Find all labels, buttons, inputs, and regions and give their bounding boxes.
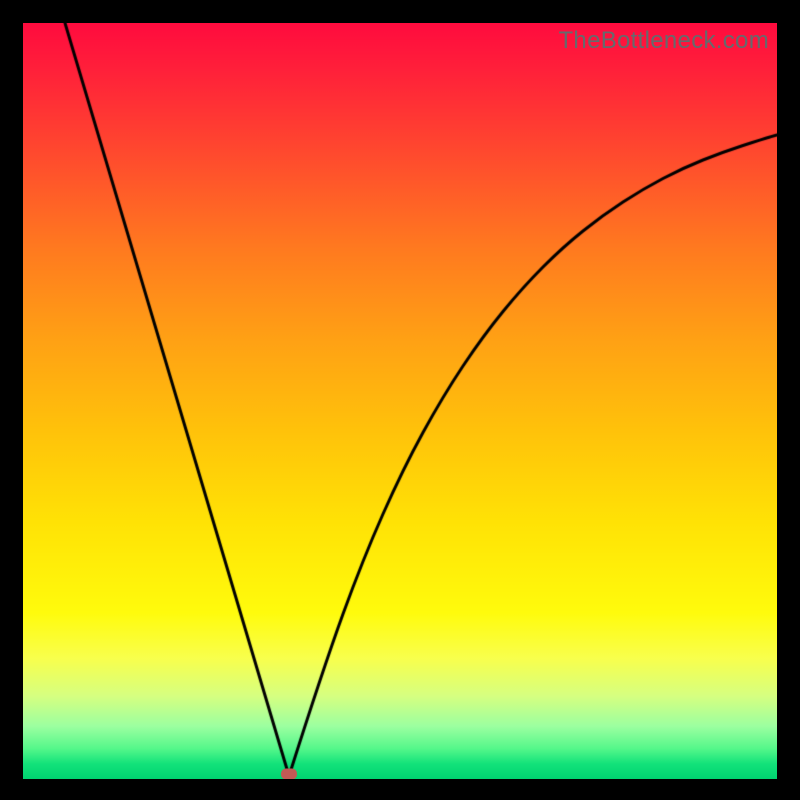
minimum-marker — [281, 769, 297, 780]
watermark-text: TheBottleneck.com — [558, 27, 769, 55]
chart-frame: TheBottleneck.com — [23, 23, 777, 779]
curve-canvas — [23, 23, 777, 779]
